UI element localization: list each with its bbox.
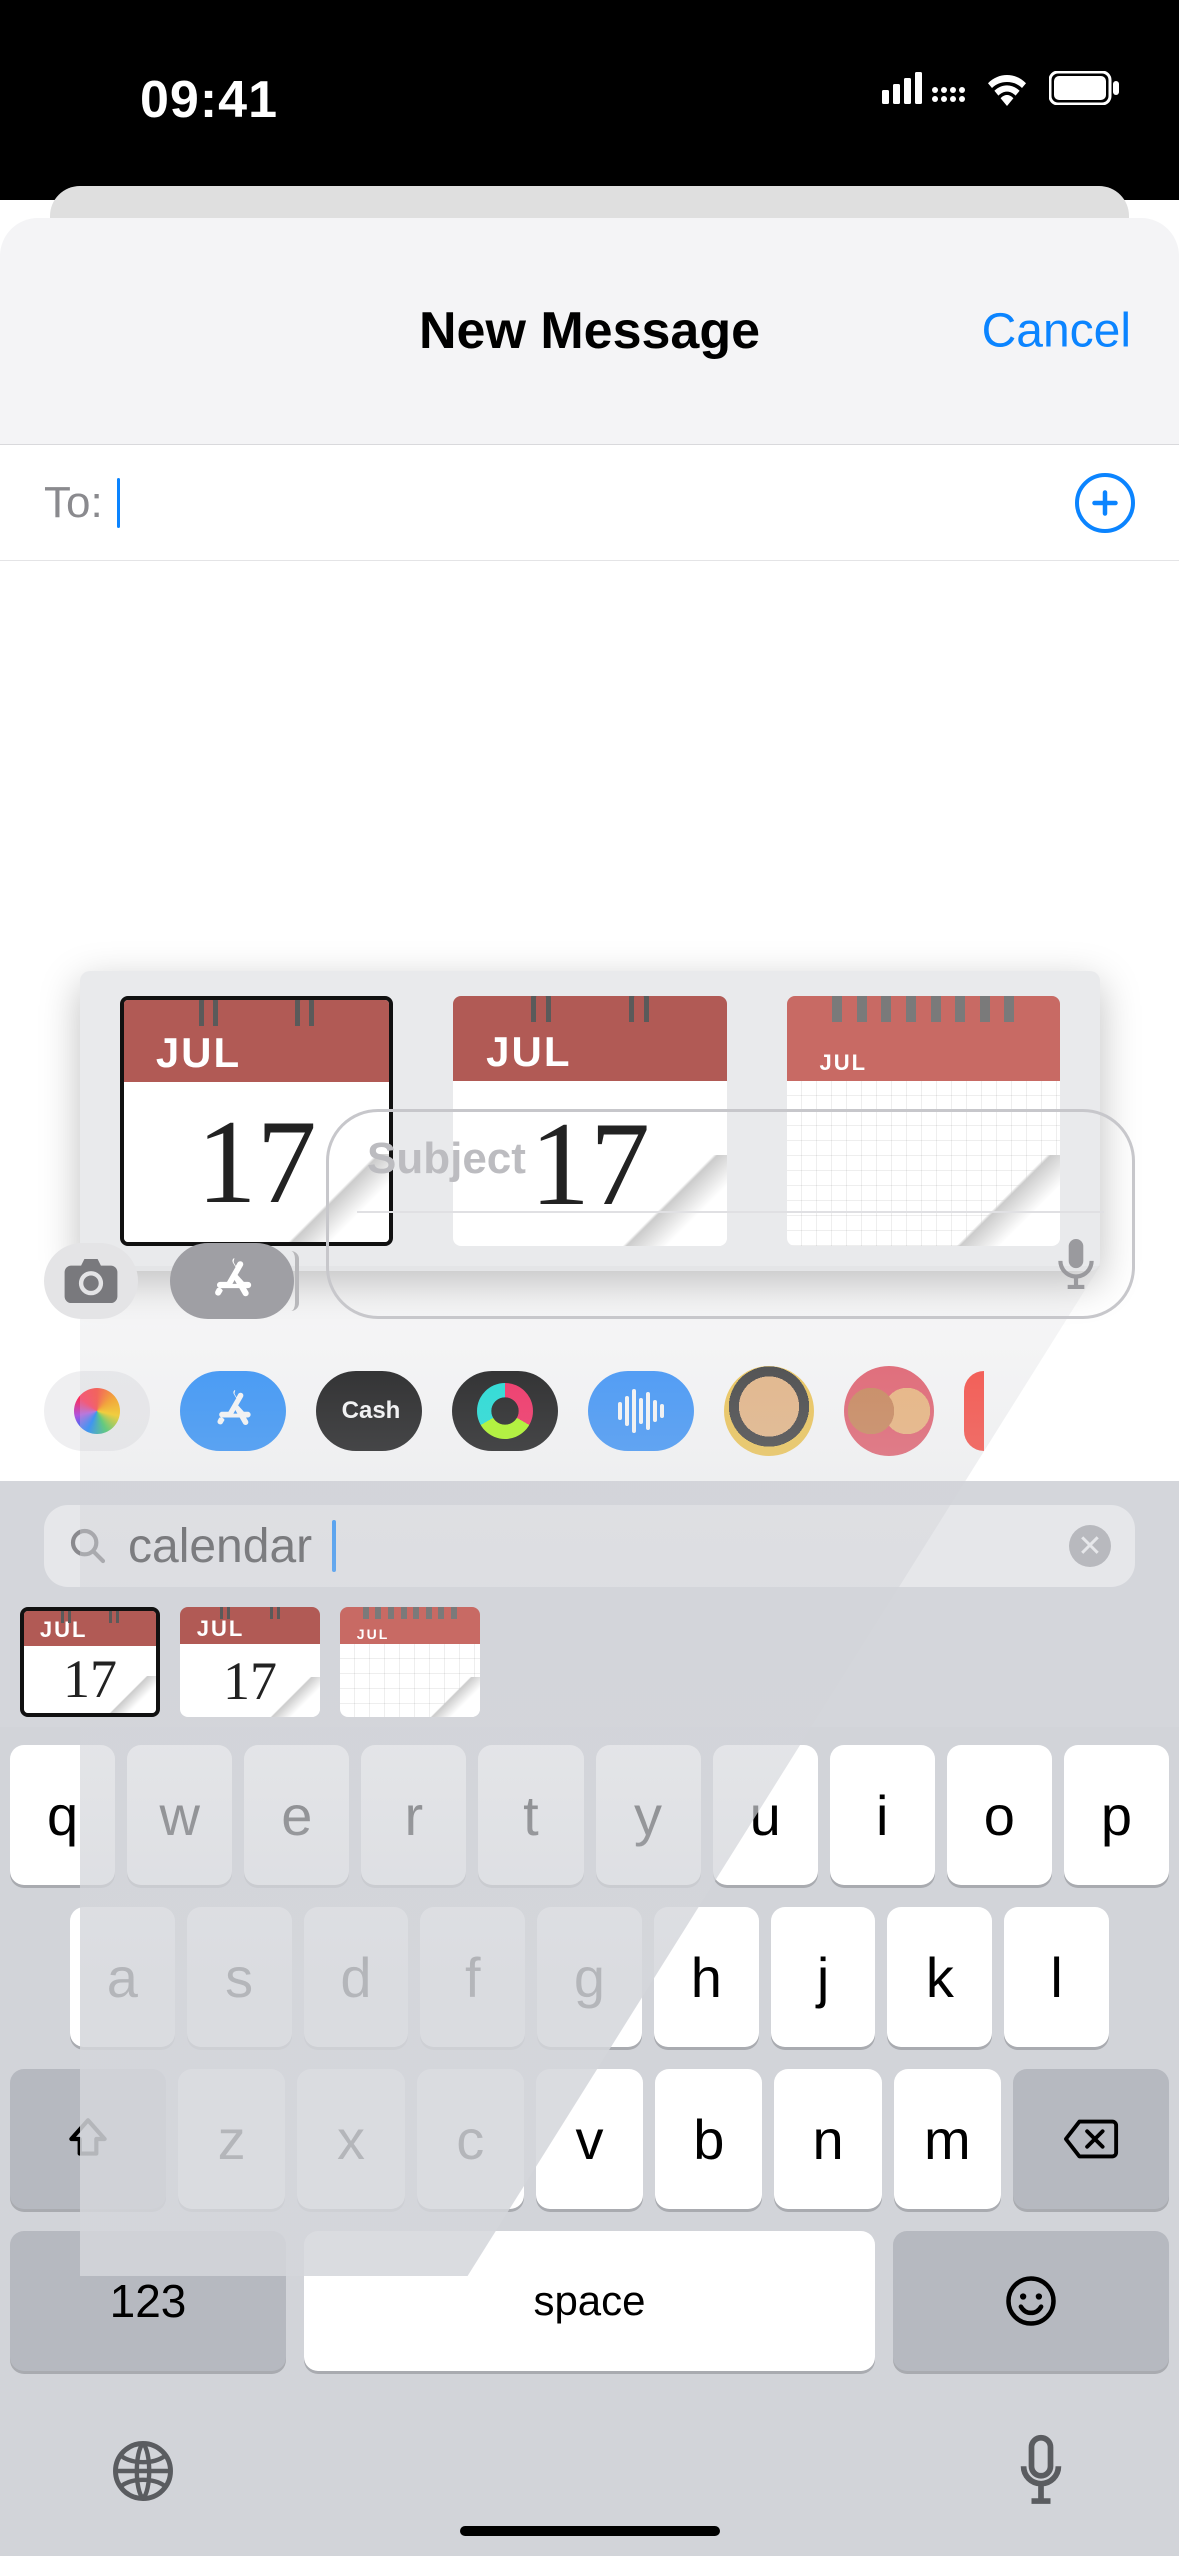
key-u[interactable]: u	[713, 1745, 818, 1885]
key-dictation[interactable]	[1013, 2433, 1069, 2514]
shift-icon	[63, 2114, 113, 2164]
imessage-apps-button[interactable]	[170, 1243, 294, 1319]
add-contact-button[interactable]	[1075, 473, 1135, 533]
keyboard-row-3: z x c v b n m	[10, 2069, 1169, 2209]
key-s[interactable]: s	[187, 1907, 292, 2047]
recipient-fields: To:	[0, 444, 1179, 561]
key-e[interactable]: e	[244, 1745, 349, 1885]
app-store-icon	[207, 1256, 257, 1306]
key-b[interactable]: b	[655, 2069, 762, 2209]
globe-icon	[110, 2438, 176, 2504]
battery-icon	[1049, 71, 1119, 105]
cancel-button[interactable]: Cancel	[982, 304, 1131, 359]
emoji-result-tear-off-calendar[interactable]: JUL 17	[180, 1607, 320, 1717]
key-r[interactable]: r	[361, 1745, 466, 1885]
key-h[interactable]: h	[654, 1907, 759, 2047]
key-p[interactable]: p	[1064, 1745, 1169, 1885]
emoji-result-calendar[interactable]: JUL 17	[20, 1607, 160, 1717]
keyboard-row-2: a s d f g h j k l	[10, 1907, 1169, 2047]
keyboard-row-4: 123 space	[10, 2231, 1169, 2371]
emoji-icon	[1004, 2274, 1058, 2328]
key-a[interactable]: a	[70, 1907, 175, 2047]
app-photos[interactable]	[44, 1371, 150, 1451]
home-indicator[interactable]	[460, 2526, 720, 2536]
camera-button[interactable]	[44, 1243, 138, 1319]
key-w[interactable]: w	[127, 1745, 232, 1885]
to-label: To:	[44, 478, 103, 528]
app-apple-cash[interactable]: Cash	[316, 1371, 422, 1451]
search-icon	[68, 1526, 108, 1566]
message-body-area[interactable]: JUL 17 JUL 17 JUL	[0, 561, 1179, 1341]
compose-input-row: Subject	[0, 1091, 1179, 1341]
status-bar: 09:41	[0, 0, 1179, 200]
keyboard: q w e r t y u i o p a s d f g h j k l z	[0, 1727, 1179, 2556]
to-row[interactable]: To:	[0, 445, 1179, 561]
microphone-icon	[1013, 2433, 1069, 2509]
app-appstore[interactable]	[180, 1371, 286, 1451]
subject-placeholder: Subject	[367, 1134, 1094, 1184]
key-globe[interactable]	[110, 2438, 176, 2509]
photos-icon	[74, 1388, 120, 1434]
imessage-apps-strip[interactable]: Cash	[0, 1341, 1179, 1481]
key-shift[interactable]	[10, 2069, 166, 2209]
key-d[interactable]: d	[304, 1907, 409, 2047]
emoji-result-spiral-calendar[interactable]: JUL	[340, 1607, 480, 1717]
key-j[interactable]: j	[771, 1907, 876, 2047]
waveform-icon	[618, 1389, 664, 1433]
app-memoji-stickers[interactable]	[844, 1366, 934, 1456]
page-title: New Message	[419, 301, 760, 361]
app-memoji[interactable]	[724, 1366, 814, 1456]
app-more[interactable]	[964, 1371, 984, 1451]
camera-icon	[64, 1259, 118, 1303]
dictation-icon[interactable]	[1058, 1239, 1094, 1294]
app-fitness[interactable]	[452, 1371, 558, 1451]
key-f[interactable]: f	[420, 1907, 525, 2047]
status-time: 09:41	[140, 70, 278, 130]
activity-rings-icon	[477, 1383, 533, 1439]
message-input-bubble[interactable]: Subject	[326, 1109, 1135, 1319]
app-audio-messages[interactable]	[588, 1371, 694, 1451]
emoji-search-text: calendar	[128, 1519, 312, 1574]
text-cursor	[332, 1520, 336, 1572]
key-t[interactable]: t	[478, 1745, 583, 1885]
key-emoji[interactable]	[893, 2231, 1169, 2371]
key-c[interactable]: c	[417, 2069, 524, 2209]
key-o[interactable]: o	[947, 1745, 1052, 1885]
app-cash-label: Cash	[342, 1397, 401, 1425]
new-message-sheet: New Message Cancel To: JUL 17	[0, 218, 1179, 2556]
key-backspace[interactable]	[1013, 2069, 1169, 2209]
app-store-icon	[210, 1388, 256, 1434]
backspace-icon	[1062, 2117, 1120, 2161]
cellular-icon	[882, 72, 965, 104]
keyboard-row-1: q w e r t y u i o p	[10, 1745, 1169, 1885]
key-q[interactable]: q	[10, 1745, 115, 1885]
text-cursor	[117, 478, 120, 528]
key-x[interactable]: x	[297, 2069, 404, 2209]
key-z[interactable]: z	[178, 2069, 285, 2209]
sheet-header: New Message Cancel	[0, 218, 1179, 444]
key-g[interactable]: g	[537, 1907, 642, 2047]
keyboard-bottom-row	[10, 2393, 1169, 2544]
key-n[interactable]: n	[774, 2069, 881, 2209]
key-numbers[interactable]: 123	[10, 2231, 286, 2371]
key-k[interactable]: k	[887, 1907, 992, 2047]
emoji-search-input[interactable]: calendar ✕	[44, 1505, 1135, 1587]
emoji-results-row: JUL 17 JUL 17 JUL	[0, 1605, 1179, 1727]
key-space[interactable]: space	[304, 2231, 875, 2371]
key-y[interactable]: y	[596, 1745, 701, 1885]
key-m[interactable]: m	[894, 2069, 1001, 2209]
wifi-icon	[983, 70, 1031, 106]
key-i[interactable]: i	[830, 1745, 935, 1885]
key-l[interactable]: l	[1004, 1907, 1109, 2047]
clear-search-button[interactable]: ✕	[1069, 1525, 1111, 1567]
emoji-search-wrap: calendar ✕	[0, 1481, 1179, 1605]
key-v[interactable]: v	[536, 2069, 643, 2209]
